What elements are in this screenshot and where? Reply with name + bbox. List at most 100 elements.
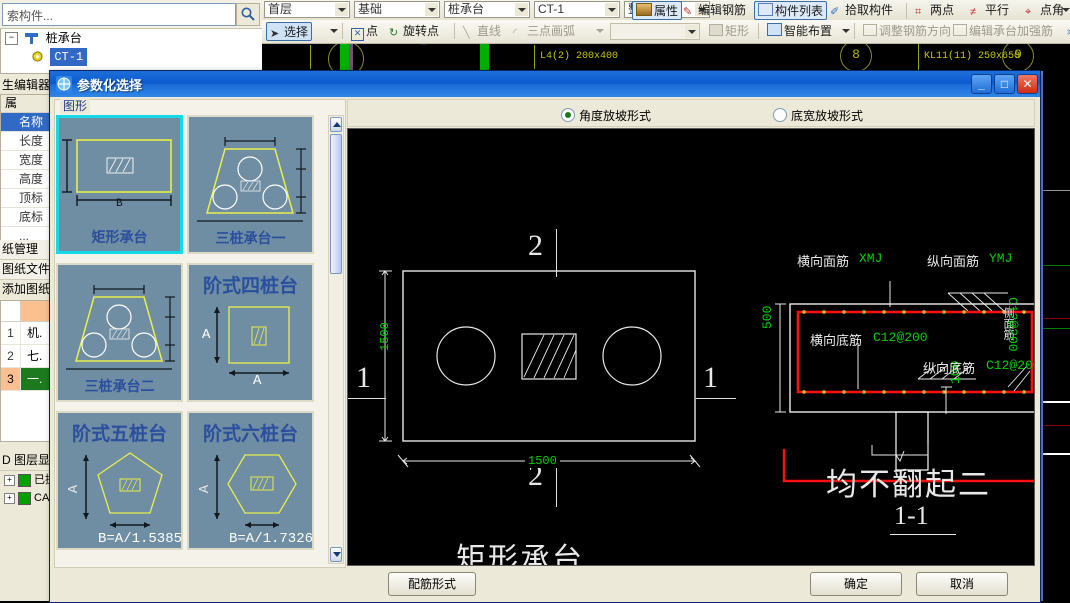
- cancel-button[interactable]: 取消: [916, 572, 1008, 596]
- pile-cap-icon: [24, 32, 39, 45]
- toolbar-button-three-point-arc[interactable]: ◜ 三点画弧: [510, 22, 578, 41]
- plan-dim-height: 1500: [378, 322, 392, 351]
- step-five-pile-thumb-icon: [83, 452, 163, 528]
- shape-gallery[interactable]: B 矩形承台 三桩承台一 三桩承台二 阶式四桩台 A A 阶式五桩台 A B=A…: [56, 115, 326, 564]
- gallery-item-three-pile-1[interactable]: 三桩承台一: [187, 115, 314, 254]
- minimize-icon: _: [978, 77, 985, 91]
- toolbar-button-check-annotation[interactable]: ✂查改标注: [1064, 22, 1070, 41]
- component-tree[interactable]: − 桩承台 CT-1: [0, 29, 264, 74]
- visibility-icon[interactable]: [18, 491, 31, 505]
- edit-cap-rebar-icon: [953, 24, 967, 36]
- parametric-selection-dialog[interactable]: 参数化选择 _ □ ✕ 图形 B 矩形承台 三桩承台一 三桩承台二 阶式四桩台 …: [49, 70, 1041, 603]
- combo-component-name[interactable]: CT-1: [534, 1, 620, 18]
- toolbar-button-point[interactable]: ✕ 点: [348, 22, 381, 41]
- close-button[interactable]: ✕: [1017, 74, 1038, 94]
- gallery-item-three-pile-2[interactable]: 三桩承台二: [56, 263, 183, 402]
- gallery-item-caption: 矩形承台: [91, 229, 148, 245]
- section-code-bottom-transverse: C12@200: [873, 330, 928, 345]
- toolbar-button-label: 矩形: [725, 24, 750, 38]
- rotate-point-icon: ↻: [389, 27, 399, 39]
- toolbar-button-rotate-point[interactable]: ↻ 旋转点: [386, 22, 442, 41]
- toolbar-button-point-angle[interactable]: ⌖ 点角: [1022, 1, 1067, 20]
- toolbar-button-rectangle[interactable]: 矩形: [706, 22, 752, 41]
- toolbar-button-adjust-rebar-direction[interactable]: 调整钢筋方向: [860, 22, 954, 41]
- search-button[interactable]: [236, 3, 260, 26]
- section-dim-left: 500: [760, 305, 775, 329]
- chevron-down-icon[interactable]: [685, 25, 698, 38]
- scrollbar-thumb[interactable]: [330, 134, 342, 274]
- gallery-item-rect-cap[interactable]: B 矩形承台: [56, 115, 183, 254]
- chevron-up-icon: [333, 122, 341, 127]
- toolbar-button-component-list[interactable]: 构件列表: [754, 1, 828, 20]
- chevron-down-icon[interactable]: [596, 29, 604, 33]
- chevron-down-icon[interactable]: [335, 3, 348, 16]
- gallery-item-step-six-pile[interactable]: 阶式六桩台 A B=A/1.7326: [187, 411, 314, 550]
- dim-label-a-vertical: A: [202, 327, 211, 343]
- toolbar-button-label: 三点画弧: [527, 24, 576, 38]
- row-index: 2: [1, 345, 21, 367]
- dim-label-a: A: [197, 484, 214, 494]
- toolbar-button-edit-rebar[interactable]: ✎ 编辑钢筋: [680, 1, 749, 20]
- expander-icon[interactable]: −: [5, 32, 18, 46]
- chevron-down-icon[interactable]: [605, 3, 618, 16]
- scroll-up-button[interactable]: [330, 117, 342, 132]
- maximize-button[interactable]: □: [994, 74, 1015, 94]
- tree-node-pile-cap[interactable]: − 桩承台: [1, 29, 263, 47]
- combo-empty[interactable]: [610, 23, 700, 40]
- gallery-item-step-four-pile[interactable]: 阶式四桩台 A A: [187, 263, 314, 402]
- plan-dim-width: 1500: [525, 454, 560, 468]
- toolbar-button-label: 编辑钢筋: [698, 3, 747, 17]
- toolbar-button-line[interactable]: ╲ 直线: [460, 22, 504, 41]
- toolbar-button-edit-cap-rebar[interactable]: 编辑承台加强筋: [950, 22, 1056, 41]
- gallery-item-caption: 三桩承台二: [84, 378, 155, 394]
- expander-icon[interactable]: +: [4, 492, 15, 504]
- search-icon: [241, 7, 255, 21]
- chevron-down-icon[interactable]: [330, 29, 338, 33]
- search-input[interactable]: 索构件...: [2, 3, 236, 26]
- chevron-down-icon[interactable]: [515, 3, 528, 16]
- plan-drawing: [379, 270, 701, 468]
- adjust-rebar-direction-icon: [863, 24, 877, 36]
- ok-button[interactable]: 确定: [810, 572, 902, 596]
- toolbar-button-smart-layout[interactable]: 智能布置: [764, 22, 835, 41]
- toolbar-button-properties[interactable]: 属性: [632, 1, 683, 20]
- cad-axis-mark-8: 8: [840, 43, 872, 72]
- toolbar-button-select[interactable]: ➤ 选择: [266, 22, 313, 41]
- scroll-down-button[interactable]: [330, 547, 342, 562]
- dialog-titlebar[interactable]: 参数化选择 _ □ ✕: [50, 71, 1040, 97]
- section-title: 均不翻起二: [826, 467, 991, 502]
- dim-label-a: A: [66, 484, 83, 494]
- cad-beam-label-1: L4(2) 200x400: [540, 51, 619, 62]
- formula-label: B=A/1.5385: [98, 531, 183, 547]
- toolbar-button-pick-component[interactable]: ✐ 拾取构件: [827, 1, 896, 20]
- smart-layout-icon: [767, 23, 782, 36]
- toolbar-button-two-point[interactable]: ⌗ 两点: [912, 1, 957, 20]
- radio-button-icon[interactable]: [773, 108, 787, 122]
- properties-icon: [636, 3, 652, 16]
- edit-rebar-icon: ✎: [683, 6, 693, 18]
- toolbar-button-label: 旋转点: [403, 24, 440, 38]
- minimize-button[interactable]: _: [971, 74, 992, 94]
- gallery-scrollbar[interactable]: [328, 115, 344, 564]
- section-side-code: C12@200: [1005, 297, 1020, 352]
- preview-canvas[interactable]: 2 2 1 1 1500 1500 矩形承台 板式配筋承台 横向面筋: [347, 128, 1035, 566]
- combo-structure[interactable]: 基础: [354, 1, 440, 18]
- toolbar-button-parallel[interactable]: ≠ 平行: [967, 1, 1012, 20]
- point-icon: ✕: [351, 28, 364, 41]
- section-code-bottom-longitudinal: C12@200: [986, 358, 1034, 373]
- chevron-down-icon[interactable]: [842, 29, 850, 33]
- combo-component-type[interactable]: 桩承台: [444, 1, 530, 18]
- chevron-down-icon[interactable]: [425, 3, 438, 16]
- line-icon: ╲: [463, 27, 470, 39]
- radio-width-slope[interactable]: 底宽放坡形式: [773, 107, 863, 124]
- row-index: 1: [1, 322, 21, 344]
- rebar-form-button[interactable]: 配筋形式: [388, 572, 476, 596]
- gallery-item-step-five-pile[interactable]: 阶式五桩台 A B=A/1.5385: [56, 411, 183, 550]
- combo-floor[interactable]: 首层: [264, 1, 350, 18]
- radio-button-icon[interactable]: [561, 108, 575, 122]
- toolbar-button-label: 构件列表: [775, 4, 824, 18]
- tree-node-ct1[interactable]: CT-1: [1, 47, 263, 66]
- visibility-icon[interactable]: [18, 473, 31, 487]
- expander-icon[interactable]: +: [4, 474, 15, 486]
- radio-angle-slope[interactable]: 角度放坡形式: [561, 107, 651, 124]
